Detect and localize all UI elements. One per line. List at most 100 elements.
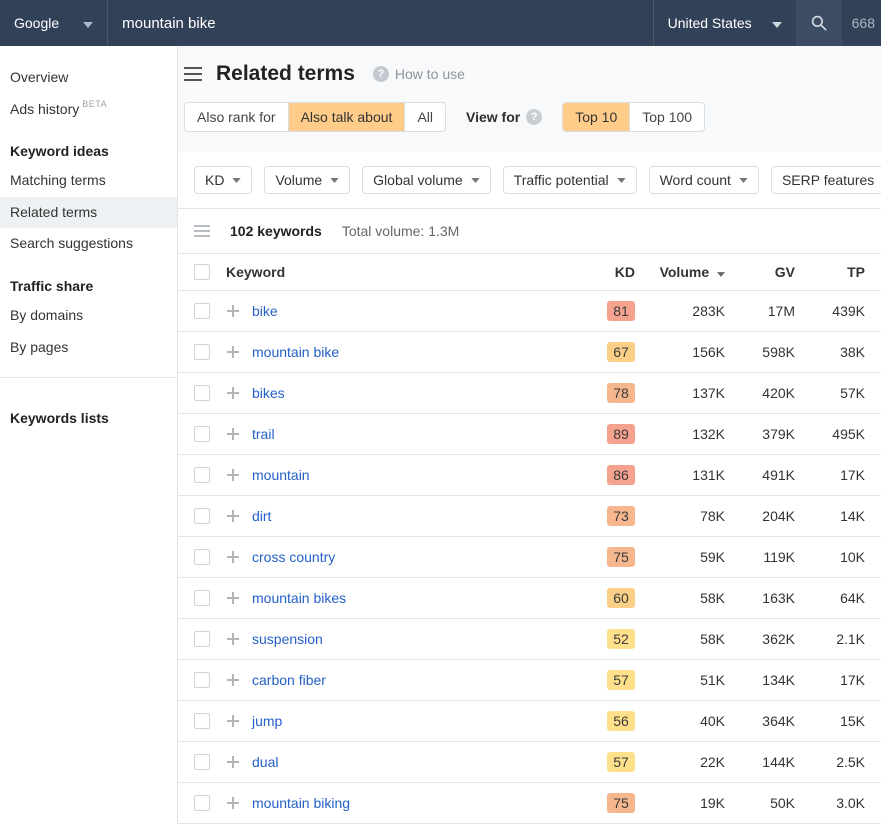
country-select[interactable]: United States	[653, 0, 796, 46]
row-checkbox[interactable]	[194, 795, 210, 811]
expand-icon[interactable]	[226, 304, 240, 318]
expand-icon[interactable]	[226, 673, 240, 687]
filter-chip[interactable]: Word count	[649, 166, 759, 194]
expand-icon[interactable]	[226, 755, 240, 769]
row-checkbox[interactable]	[194, 344, 210, 360]
expand-icon[interactable]	[226, 714, 240, 728]
row-checkbox[interactable]	[194, 754, 210, 770]
volume-cell: 156K	[635, 344, 725, 360]
gv-cell: 379K	[725, 426, 795, 442]
topn-tab[interactable]: Top 10	[563, 103, 630, 131]
result-count: 668	[842, 0, 881, 46]
sidebar-toggle-icon[interactable]	[184, 67, 202, 81]
keyword-link[interactable]: jump	[252, 713, 282, 729]
keyword-link[interactable]: mountain	[252, 467, 310, 483]
volume-cell: 131K	[635, 467, 725, 483]
expand-icon[interactable]	[226, 386, 240, 400]
gv-cell: 204K	[725, 508, 795, 524]
header-tp[interactable]: TP	[795, 264, 865, 280]
table-row: mountain86131K491K17K	[178, 455, 881, 496]
table-menu-icon[interactable]	[194, 225, 210, 237]
keyword-link[interactable]: carbon fiber	[252, 672, 326, 688]
expand-icon[interactable]	[226, 468, 240, 482]
gv-cell: 144K	[725, 754, 795, 770]
row-checkbox[interactable]	[194, 672, 210, 688]
sidebar-item[interactable]: By domains	[0, 300, 177, 332]
row-checkbox[interactable]	[194, 549, 210, 565]
beta-badge: BETA	[82, 98, 107, 111]
keyword-link[interactable]: dirt	[252, 508, 271, 524]
tp-cell: 439K	[795, 303, 865, 319]
sidebar-item-label: Overview	[10, 68, 68, 88]
header-gv[interactable]: GV	[725, 264, 795, 280]
sidebar-item[interactable]: Matching terms	[0, 165, 177, 197]
keyword-link[interactable]: trail	[252, 426, 275, 442]
row-checkbox[interactable]	[194, 426, 210, 442]
sidebar-item[interactable]: Ads historyBETA	[0, 94, 177, 126]
tp-cell: 10K	[795, 549, 865, 565]
keyword-link[interactable]: bikes	[252, 385, 285, 401]
keyword-link[interactable]: cross country	[252, 549, 335, 565]
volume-cell: 137K	[635, 385, 725, 401]
terms-tab[interactable]: Also talk about	[289, 103, 406, 131]
volume-cell: 22K	[635, 754, 725, 770]
kd-chip: 67	[607, 342, 635, 362]
volume-cell: 59K	[635, 549, 725, 565]
kd-chip: 52	[607, 629, 635, 649]
table-row: jump5640K364K15K	[178, 701, 881, 742]
row-checkbox[interactable]	[194, 590, 210, 606]
sidebar-item[interactable]: Search suggestions	[0, 228, 177, 260]
table-row: carbon fiber5751K134K17K	[178, 660, 881, 701]
gv-cell: 163K	[725, 590, 795, 606]
kd-chip: 78	[607, 383, 635, 403]
row-checkbox[interactable]	[194, 631, 210, 647]
tp-cell: 64K	[795, 590, 865, 606]
header-volume[interactable]: Volume	[635, 264, 725, 280]
volume-cell: 78K	[635, 508, 725, 524]
search-input[interactable]: mountain bike	[108, 0, 652, 46]
keyword-link[interactable]: mountain biking	[252, 795, 350, 811]
expand-icon[interactable]	[226, 632, 240, 646]
filter-chip[interactable]: Volume	[264, 166, 350, 194]
expand-icon[interactable]	[226, 796, 240, 810]
tp-cell: 14K	[795, 508, 865, 524]
keyword-link[interactable]: dual	[252, 754, 278, 770]
table-body: bike81283K17M439Kmountain bike67156K598K…	[178, 291, 881, 824]
row-checkbox[interactable]	[194, 385, 210, 401]
sidebar-item[interactable]: Related terms	[0, 197, 177, 229]
expand-icon[interactable]	[226, 550, 240, 564]
search-button[interactable]	[796, 0, 842, 46]
header-kd[interactable]: KD	[583, 264, 635, 280]
gv-cell: 364K	[725, 713, 795, 729]
keyword-link[interactable]: bike	[252, 303, 278, 319]
help-link[interactable]: ? How to use	[373, 66, 465, 82]
filter-chip[interactable]: Global volume	[362, 166, 491, 194]
select-all-checkbox[interactable]	[194, 264, 210, 280]
filter-chip[interactable]: KD	[194, 166, 252, 194]
help-icon: ?	[373, 66, 389, 82]
keyword-link[interactable]: mountain bikes	[252, 590, 346, 606]
expand-icon[interactable]	[226, 591, 240, 605]
terms-tab[interactable]: All	[405, 103, 445, 131]
row-checkbox[interactable]	[194, 467, 210, 483]
keyword-link[interactable]: mountain bike	[252, 344, 339, 360]
expand-icon[interactable]	[226, 509, 240, 523]
gv-cell: 491K	[725, 467, 795, 483]
terms-tab[interactable]: Also rank for	[185, 103, 289, 131]
header-keyword[interactable]: Keyword	[226, 264, 583, 280]
engine-select[interactable]: Google	[0, 0, 108, 46]
expand-icon[interactable]	[226, 345, 240, 359]
row-checkbox[interactable]	[194, 303, 210, 319]
volume-cell: 132K	[635, 426, 725, 442]
sidebar-item[interactable]: Overview	[0, 62, 177, 94]
sidebar-item[interactable]: By pages	[0, 332, 177, 364]
engine-select-label: Google	[14, 15, 59, 31]
topbar: Google mountain bike United States 668	[0, 0, 881, 46]
row-checkbox[interactable]	[194, 713, 210, 729]
topn-tab[interactable]: Top 100	[630, 103, 704, 131]
row-checkbox[interactable]	[194, 508, 210, 524]
filter-chip[interactable]: SERP features	[771, 166, 881, 194]
expand-icon[interactable]	[226, 427, 240, 441]
keyword-link[interactable]: suspension	[252, 631, 323, 647]
filter-chip[interactable]: Traffic potential	[503, 166, 637, 194]
